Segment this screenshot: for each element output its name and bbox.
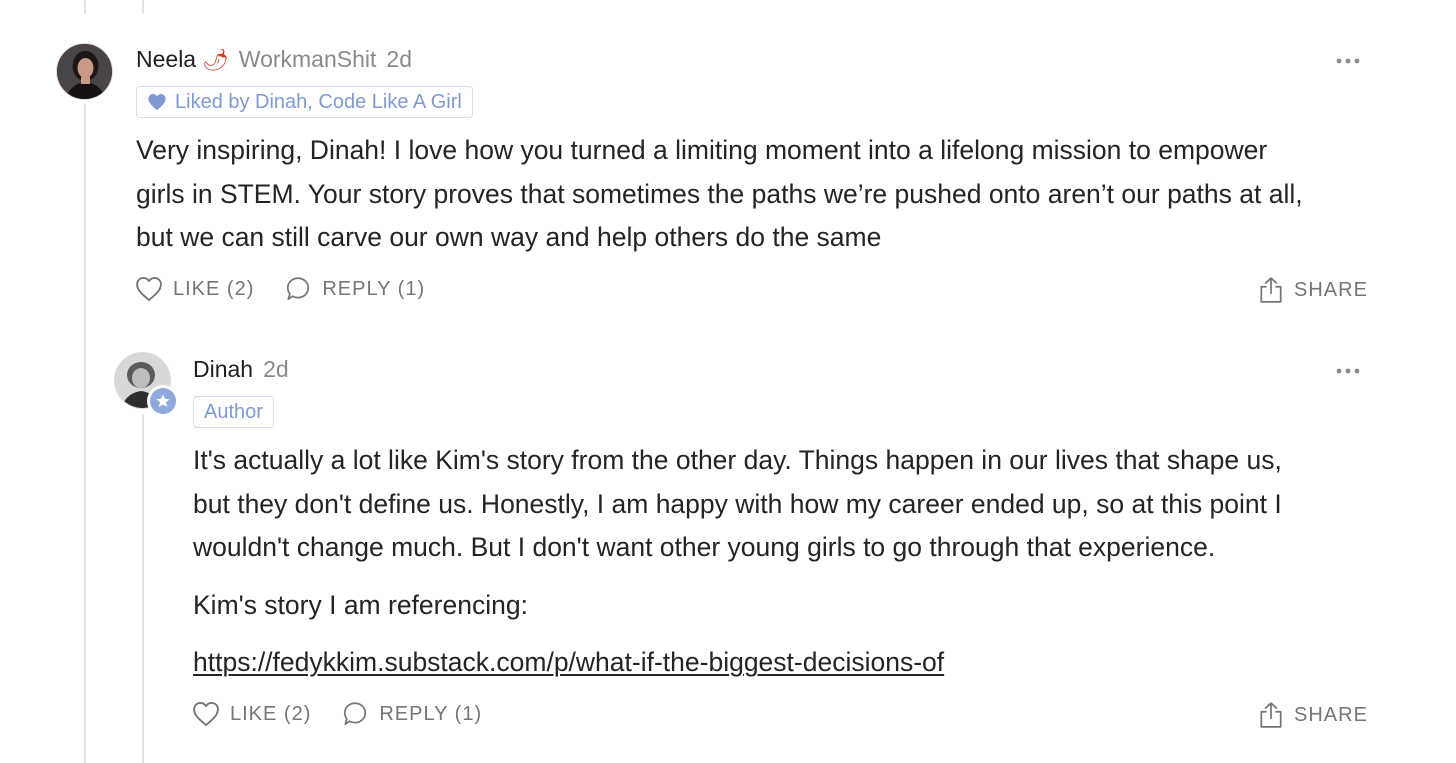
- author-badge-icon: [147, 385, 179, 417]
- reply-timestamp[interactable]: 2d: [263, 356, 289, 383]
- author-badge: Author: [193, 396, 274, 428]
- author-badge-label: Author: [204, 400, 263, 423]
- comment-actions: LIKE (2) REPLY (1): [135, 276, 425, 302]
- thread-line-comment: [84, 104, 86, 763]
- comment-author-name[interactable]: Neela: [136, 46, 196, 73]
- like-label: LIKE (2): [173, 277, 255, 300]
- chili-emoji: 🌶: [202, 49, 229, 72]
- liked-by-text: Liked by Dinah, Code Like A Girl: [175, 90, 462, 113]
- reply-button[interactable]: REPLY (1): [284, 276, 425, 302]
- star-icon: [156, 394, 170, 407]
- reply-label: REPLY (1): [322, 277, 426, 300]
- like-button[interactable]: LIKE (2): [192, 701, 311, 727]
- reply-body: It's actually a lot like Kim's story fro…: [193, 439, 1282, 685]
- share-label: SHARE: [1294, 703, 1368, 726]
- comment-timestamp[interactable]: 2d: [386, 46, 412, 73]
- reply-link-row: https://fedykkim.substack.com/p/what-if-…: [193, 641, 1282, 685]
- avatar-neela[interactable]: [56, 43, 113, 100]
- comment-body: Very inspiring, Dinah! I love how you tu…: [136, 129, 1303, 260]
- comment-body-line: but we can still carve our own way and h…: [136, 222, 882, 252]
- speech-bubble-icon: [344, 702, 367, 726]
- reply-share-button[interactable]: SHARE: [1258, 701, 1368, 729]
- heart-icon: [136, 276, 162, 302]
- comment-body-line: Very inspiring, Dinah! I love how you tu…: [136, 135, 1268, 165]
- reply-body-line: wouldn't change much. But I don't want o…: [193, 532, 1216, 562]
- comment-author-handle[interactable]: WorkmanShit: [239, 46, 377, 73]
- reply-body-line: but they don't define us. Honestly, I am…: [193, 488, 1282, 519]
- like-label: LIKE (2): [230, 702, 312, 725]
- comment-body-line: girls in STEM. Your story proves that so…: [136, 178, 1303, 209]
- reply-link[interactable]: https://fedykkim.substack.com/p/what-if-…: [193, 647, 944, 677]
- ellipsis-icon[interactable]: [1335, 55, 1363, 67]
- thread-line-top: [84, 0, 86, 14]
- heart-icon: [193, 701, 219, 727]
- liked-by-badge[interactable]: Liked by Dinah, Code Like A Girl: [136, 86, 473, 118]
- reply-body-line: It's actually a lot like Kim's story fro…: [193, 445, 1282, 475]
- comment-header: Neela 🌶 WorkmanShit 2d: [136, 46, 412, 73]
- reply-actions: LIKE (2) REPLY (1): [192, 701, 482, 727]
- reply-button[interactable]: REPLY (1): [341, 701, 482, 727]
- comment-thread: Neela 🌶 WorkmanShit 2d Liked by Dinah, C…: [0, 0, 1456, 763]
- share-icon: [1260, 277, 1282, 303]
- speech-bubble-icon: [287, 277, 310, 301]
- heart-filled-icon: [148, 93, 166, 111]
- reply-author-name[interactable]: Dinah: [193, 356, 253, 383]
- reply-header: Dinah 2d: [193, 356, 289, 383]
- like-button[interactable]: LIKE (2): [135, 276, 254, 302]
- thread-line-top-nested: [142, 0, 144, 14]
- thread-line-reply: [142, 414, 144, 763]
- share-icon: [1260, 702, 1282, 728]
- ellipsis-icon[interactable]: [1335, 365, 1363, 377]
- reply-reference-label: Kim's story I am referencing:: [193, 589, 528, 620]
- reply-label: REPLY (1): [379, 702, 483, 725]
- comment-share-button[interactable]: SHARE: [1258, 276, 1368, 304]
- share-label: SHARE: [1294, 278, 1368, 301]
